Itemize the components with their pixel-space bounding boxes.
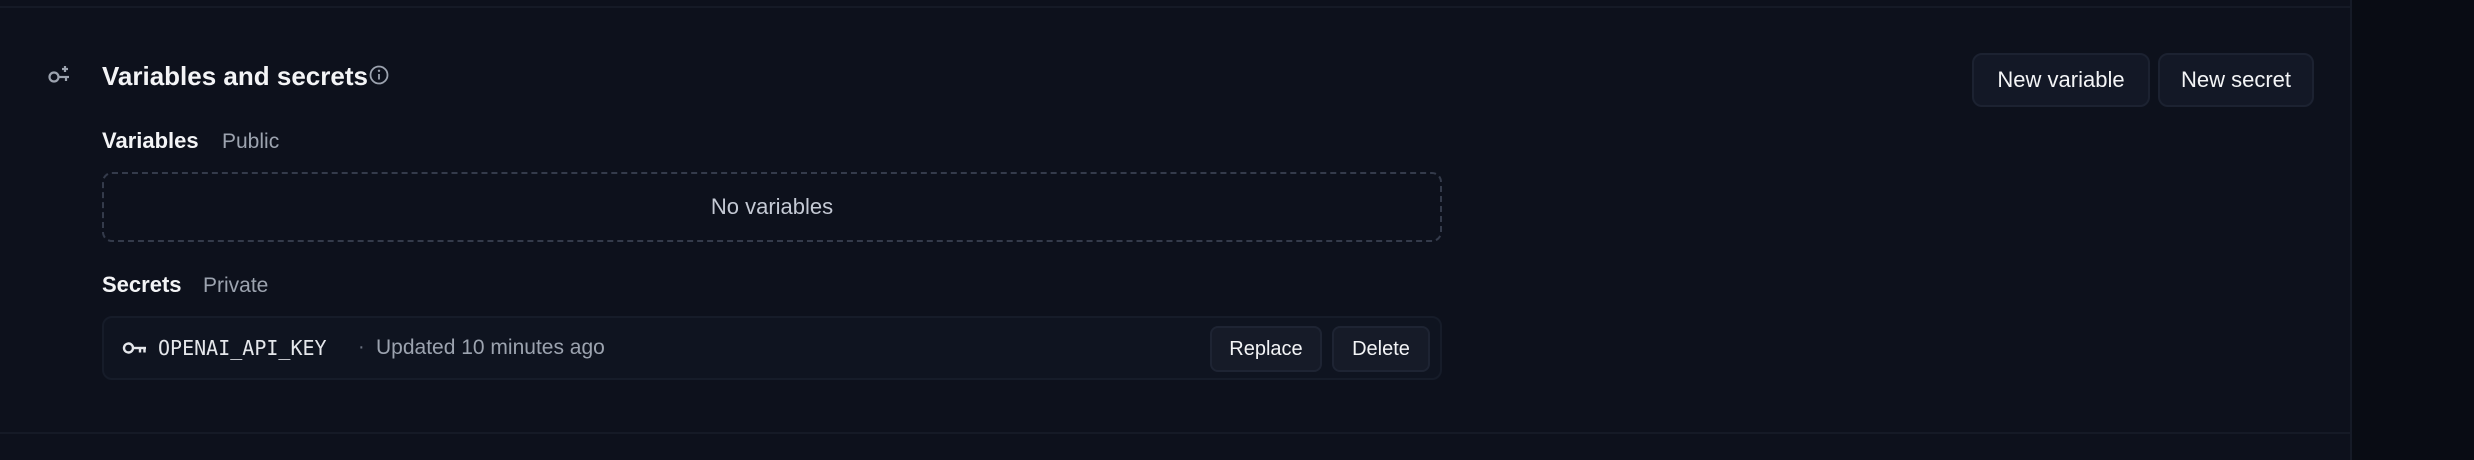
variables-empty-state: No variables — [102, 172, 1442, 242]
page-background-gutter — [2352, 0, 2474, 460]
secrets-visibility-label: Private — [203, 274, 269, 297]
new-secret-button[interactable]: New secret — [2158, 53, 2314, 107]
key-settings-icon — [48, 66, 69, 83]
secrets-heading: Secrets — [102, 272, 182, 297]
settings-panel: Variables and secrets New variable New s… — [0, 0, 2352, 460]
replace-secret-button[interactable]: Replace — [1210, 326, 1322, 372]
secret-updated-time: Updated 10 minutes ago — [376, 336, 605, 359]
delete-secret-button[interactable]: Delete — [1332, 326, 1430, 372]
variables-heading: Variables — [102, 128, 199, 153]
secret-separator: · — [358, 336, 365, 358]
info-icon[interactable] — [368, 64, 390, 86]
new-variable-button[interactable]: New variable — [1972, 53, 2150, 107]
panel-top-divider — [0, 0, 2350, 8]
section-title: Variables and secrets — [102, 61, 368, 91]
panel-bottom-divider — [0, 432, 2350, 434]
secret-row: OPENAI_API_KEY · Updated 10 minutes ago … — [102, 316, 1442, 380]
key-icon — [122, 342, 146, 354]
secret-name: OPENAI_API_KEY — [158, 336, 327, 360]
empty-state-text: No variables — [710, 194, 834, 219]
variables-visibility-label: Public — [222, 130, 280, 153]
